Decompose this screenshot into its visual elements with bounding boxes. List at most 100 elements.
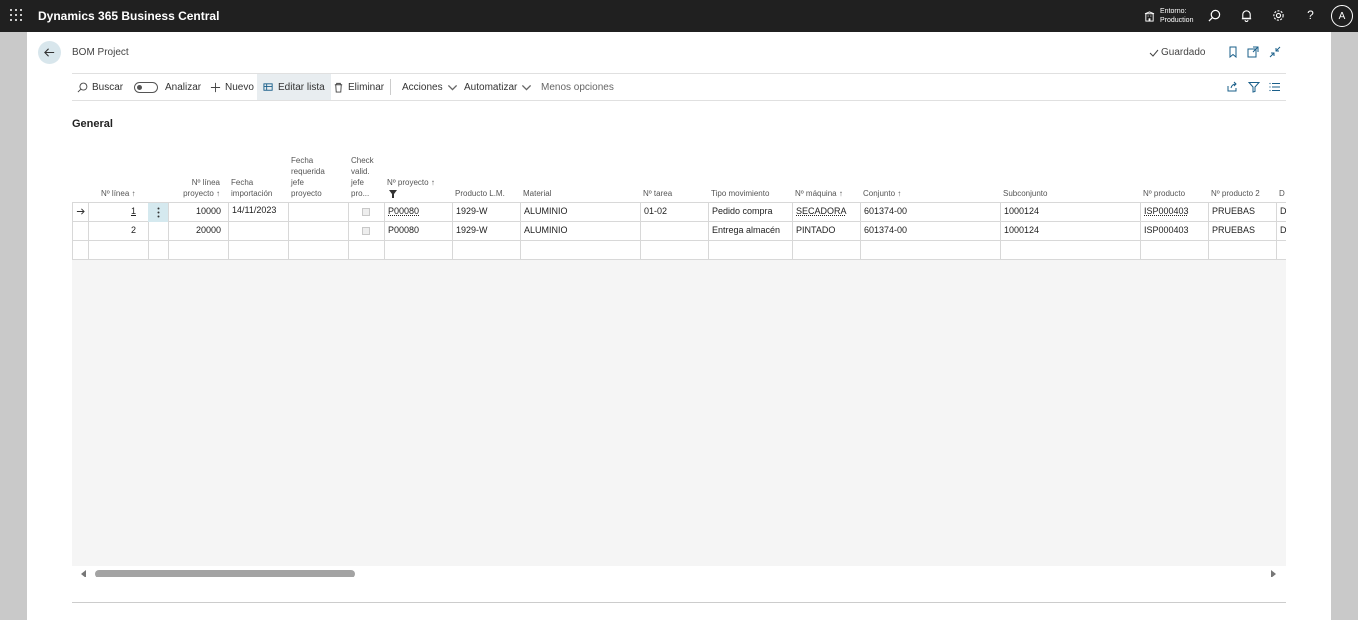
fewer-options-button[interactable]: Menos opciones — [541, 74, 614, 100]
col-head-task-no[interactable]: Nº tarea — [640, 188, 675, 203]
back-arrow-icon — [44, 48, 55, 57]
col-head-line-no[interactable]: Nº línea ↑ — [98, 188, 139, 203]
gear-icon[interactable] — [1272, 9, 1285, 22]
cell-product-no[interactable]: ISP000403 — [1140, 202, 1208, 221]
col-head-subassembly[interactable]: Subconjunto — [1000, 188, 1050, 203]
cell-line-no-project[interactable]: 10000 — [168, 202, 225, 221]
bell-icon[interactable] — [1240, 9, 1253, 22]
avatar[interactable]: A — [1331, 5, 1353, 27]
new-button[interactable]: Nuevo — [210, 74, 254, 100]
cell-import-date[interactable]: 14/11/2023 — [228, 201, 288, 220]
cell-line-no-project[interactable]: 20000 — [168, 221, 225, 240]
list-icon[interactable] — [1269, 81, 1281, 93]
cell-machine-no[interactable]: SECADORA — [792, 202, 860, 221]
app-name[interactable]: Dynamics 365 Business Central — [38, 9, 219, 23]
page-title: BOM Project — [72, 47, 129, 58]
chevron-down-icon — [447, 84, 457, 91]
row-menu-icon[interactable] — [148, 203, 168, 222]
col-label: Nº línea — [191, 178, 220, 187]
cell-task-no[interactable]: 01-02 — [640, 202, 708, 221]
cell-product-no-2[interactable]: PRUEBAS — [1208, 202, 1276, 221]
waffle-icon[interactable] — [10, 9, 22, 21]
cell-assembly[interactable]: 601374-00 — [860, 202, 1000, 221]
col-head-import-date[interactable]: Fecha importación — [228, 177, 275, 203]
automate-menu-label: Automatizar — [464, 81, 518, 93]
analyze-toggle[interactable]: Analizar — [134, 74, 201, 100]
current-row-arrow-icon — [72, 202, 88, 221]
cell-check-valid-checkbox[interactable] — [362, 208, 370, 216]
edit-list-button[interactable]: Editar lista — [257, 74, 331, 100]
search-icon[interactable] — [1208, 9, 1221, 22]
open-new-window-icon[interactable] — [1247, 46, 1259, 58]
cell-product-no[interactable]: ISP000403 — [1140, 221, 1208, 240]
new-label: Nuevo — [225, 81, 254, 93]
col-head-product-no[interactable]: Nº producto — [1140, 188, 1188, 203]
horizontal-scrollbar[interactable] — [72, 566, 1286, 577]
cell-movement-type[interactable]: Pedido compra — [708, 202, 792, 221]
col-head-material[interactable]: Material — [520, 188, 554, 203]
col-head-product-no-2[interactable]: Nº producto 2 — [1208, 188, 1263, 203]
plus-icon — [210, 82, 221, 92]
question-icon[interactable]: ? — [1304, 9, 1317, 22]
cell-material[interactable]: ALUMINIO — [520, 221, 640, 240]
cell-product-no-2[interactable]: PRUEBAS — [1208, 221, 1276, 240]
cell-project-no[interactable]: P00080 — [384, 202, 452, 221]
page-sheet: BOM Project Guardado Buscar Analizar Nue… — [27, 32, 1331, 620]
cell-subassembly[interactable]: 1000124 — [1000, 221, 1140, 240]
cell-subassembly[interactable]: 1000124 — [1000, 202, 1140, 221]
share-icon[interactable] — [1226, 81, 1238, 93]
scrollbar-thumb[interactable] — [95, 570, 355, 577]
cell-next[interactable]: D — [1276, 202, 1286, 221]
bookmark-icon[interactable] — [1227, 46, 1239, 58]
scroll-left-icon[interactable] — [81, 570, 86, 577]
col-head-required-date[interactable]: Fecha requerida jefe proyecto — [288, 155, 328, 203]
col-label: importación — [231, 189, 273, 198]
cell-line-no[interactable]: 2 — [88, 221, 140, 240]
search-icon — [77, 82, 88, 92]
filter-icon — [389, 190, 397, 198]
col-head-assembly[interactable]: Conjunto ↑ — [860, 188, 904, 203]
cell-material[interactable]: ALUMINIO — [520, 202, 640, 221]
delete-button[interactable]: Eliminar — [333, 74, 384, 100]
col-head-check-valid[interactable]: Check valid. jefe pro... — [348, 155, 377, 203]
action-bar: Buscar Analizar Nuevo Editar lista Elimi… — [72, 73, 1286, 101]
col-head-bom-product[interactable]: Producto L.M. — [452, 188, 508, 203]
collapse-icon[interactable] — [1269, 46, 1281, 58]
cell-task-no[interactable] — [640, 221, 708, 240]
cell-line-no[interactable]: 1 — [88, 202, 140, 221]
toggle-switch[interactable] — [134, 81, 158, 93]
delete-label: Eliminar — [348, 81, 385, 93]
scroll-right-icon[interactable] — [1271, 570, 1276, 577]
col-label: jefe — [291, 178, 304, 187]
col-head-project-no[interactable]: Nº proyecto ↑ — [384, 177, 438, 203]
cell-next[interactable]: D — [1276, 221, 1286, 240]
edit-list-label: Editar lista — [278, 81, 325, 93]
cell-check-valid-checkbox[interactable] — [362, 227, 370, 235]
filter-icon[interactable] — [1248, 81, 1260, 93]
actions-menu-button[interactable]: Acciones — [402, 74, 458, 100]
cell-import-date[interactable] — [228, 221, 288, 240]
cell-project-no[interactable]: P00080 — [384, 221, 452, 240]
col-label: jefe — [351, 178, 364, 187]
back-button[interactable] — [38, 41, 61, 64]
col-label: Nº máquina — [795, 189, 837, 198]
action-separator — [390, 79, 391, 95]
environment-indicator[interactable]: Entorno: Production — [1144, 7, 1193, 25]
cell-bom-product[interactable]: 1929-W — [452, 202, 520, 221]
new-row[interactable] — [72, 240, 1286, 259]
col-head-next[interactable]: D — [1276, 188, 1286, 203]
col-head-machine-no[interactable]: Nº máquina ↑ — [792, 188, 846, 203]
cell-movement-type[interactable]: Entrega almacén — [708, 221, 792, 240]
cell-assembly[interactable]: 601374-00 — [860, 221, 1000, 240]
automate-menu-button[interactable]: Automatizar — [464, 74, 532, 100]
search-action-button[interactable]: Buscar — [77, 74, 123, 100]
cell-required-date[interactable] — [288, 202, 348, 221]
col-label: pro... — [351, 189, 370, 198]
col-label: Check — [351, 156, 374, 165]
cell-bom-product[interactable]: 1929-W — [452, 221, 520, 240]
cell-machine-no[interactable]: PINTADO — [792, 221, 860, 240]
col-head-line-no-project[interactable]: Nº línea proyecto ↑ — [175, 177, 223, 203]
grid-empty-area — [72, 259, 1286, 577]
cell-required-date[interactable] — [288, 221, 348, 240]
col-head-movement-type[interactable]: Tipo movimiento — [708, 188, 772, 203]
